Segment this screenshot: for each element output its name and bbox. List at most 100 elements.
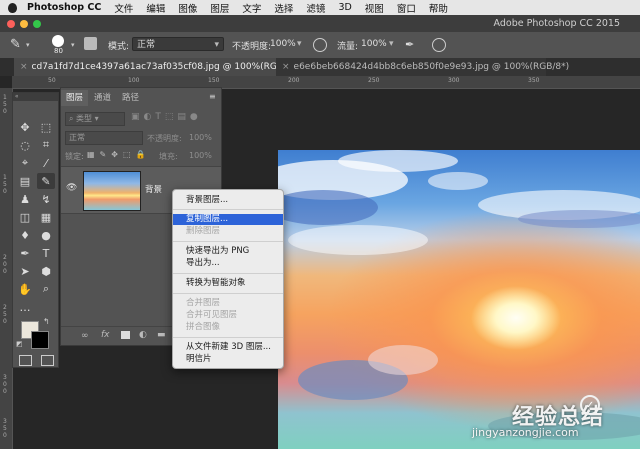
type-tool-icon[interactable]: T [37,245,55,261]
menu-select[interactable]: 选择 [274,1,293,15]
pen-tool-icon[interactable]: ✒ [16,245,34,261]
link-layers-icon[interactable]: ∞ [81,331,89,341]
zoom-window-icon[interactable] [33,20,41,28]
panel-menu-icon[interactable]: ≡ [209,92,216,101]
ruler-tick-label: 3 [3,418,7,425]
new-group-icon[interactable]: ▬ [157,330,166,340]
menu-edit[interactable]: 编辑 [146,1,165,15]
filter-kind-select[interactable]: ⌕ 类型 ▾ [65,112,125,126]
menu-file[interactable]: 文件 [114,1,133,15]
brush-panel-toggle-icon[interactable] [84,37,97,50]
quick-mask-icon[interactable] [19,355,32,366]
pressure-size-icon[interactable] [432,38,446,52]
menu-image[interactable]: 图像 [178,1,197,15]
menu-item-export-as[interactable]: 导出为... [173,258,283,269]
pressure-opacity-icon[interactable] [313,38,327,52]
default-colors-icon[interactable]: ◩ [16,340,23,348]
menu-item-background-layer[interactable]: 背景图层... [173,195,283,206]
ruler-tick-label: 5 [3,181,7,188]
shape-tool-icon[interactable]: ⬢ [37,263,55,279]
minimize-window-icon[interactable] [20,20,28,28]
swap-colors-icon[interactable]: ↰ [43,317,50,326]
menu-type[interactable]: 文字 [242,1,261,15]
eyedropper-tool-icon[interactable]: ⁄ [37,155,55,171]
mode-label: 模式: [108,42,130,52]
eye-visibility-icon[interactable]: 👁 [66,183,77,193]
close-window-icon[interactable] [7,20,15,28]
more-tools-icon[interactable]: … [16,299,34,315]
ruler-tick-label: 5 [3,101,7,108]
opacity-value[interactable]: 100% [270,39,296,49]
chevron-down-icon[interactable]: ▾ [71,41,75,49]
layer-name[interactable]: 背景 [145,183,162,195]
layer-filter-icons[interactable]: ▣◐T⬚▤● [131,112,202,122]
menu-item-convert-smart-object[interactable]: 转换为智能对象 [173,278,283,289]
menu-window[interactable]: 窗口 [397,1,416,15]
quick-select-tool-icon[interactable]: ⌗ [37,137,55,153]
menu-item-quick-export-png[interactable]: 快速导出为 PNG [173,246,283,257]
brush-tool-icon[interactable]: ✎ [37,173,55,189]
history-brush-tool-icon[interactable]: ↯ [37,191,55,207]
tab-channels[interactable]: 通道 [89,90,116,106]
menu-separator [173,293,283,294]
healing-brush-tool-icon[interactable]: ▤ [16,173,34,189]
flow-value[interactable]: 100% [361,39,387,49]
ruler-tick-label: 200 [288,77,300,84]
marquee-tool-icon[interactable]: ⬚ [37,119,55,135]
airbrush-icon[interactable]: ✒ [405,38,414,51]
opacity-label: 不透明度: [232,42,272,52]
brush-tool-icon[interactable]: ✎ [10,37,21,52]
ruler-tick-label: 5 [3,311,7,318]
menu-help[interactable]: 帮助 [429,1,448,15]
layer-opacity-value[interactable]: 100% [189,133,212,142]
tab-document-1[interactable]: × cd7a1fd7d1ce4397a61ac73af035cf08.jpg @ … [14,58,307,76]
menu-layer[interactable]: 图层 [210,1,229,15]
menu-item-duplicate-layer[interactable]: 复制图层... [173,214,283,225]
lock-label: 锁定: [65,152,84,161]
lock-option-icons[interactable]: ▦✎✥⬚🔒 [87,150,150,159]
chevron-down-icon[interactable]: ▾ [389,39,394,49]
menu-filter[interactable]: 滤镜 [306,1,325,15]
cloud [278,190,378,225]
ruler-tick-label: 1 [3,94,7,101]
apple-icon[interactable] [8,2,17,13]
close-icon[interactable]: × [20,62,28,72]
menu-item-new-3d-layer-from-file[interactable]: 从文件新建 3D 图层... [173,342,283,353]
crop-tool-icon[interactable]: ⌖ [16,155,34,171]
mode-select[interactable]: 正常 ▾ [132,37,224,51]
chevron-down-icon[interactable]: ▾ [297,39,302,49]
layer-mask-icon[interactable] [121,331,130,339]
layer-style-icon[interactable]: fx [101,330,110,340]
mac-menu-bar: Photoshop CC 文件 编辑 图像 图层 文字 选择 滤镜 3D 视图 … [0,0,640,15]
dodge-tool-icon[interactable]: ● [37,227,55,243]
fill-value[interactable]: 100% [189,151,212,160]
background-color-swatch[interactable] [31,331,49,349]
chevron-down-icon: ▾ [214,40,219,50]
collapse-panel-icon[interactable]: « [13,93,58,101]
tab-paths[interactable]: 路径 [117,90,144,106]
menu-3d[interactable]: 3D [338,2,351,13]
brush-size-value: 80 [54,47,63,55]
clone-stamp-tool-icon[interactable]: ♟ [16,191,34,207]
hand-tool-icon[interactable]: ✋ [16,281,34,297]
menu-item-flatten-image: 拼合图像 [186,322,221,332]
ruler-tick-label: 0 [3,188,7,195]
gradient-tool-icon[interactable]: ▦ [37,209,55,225]
eraser-tool-icon[interactable]: ◫ [16,209,34,225]
app-menu-photoshop[interactable]: Photoshop CC [27,2,101,13]
close-icon[interactable]: × [282,62,290,72]
blur-tool-icon[interactable]: ♦ [16,227,34,243]
brush-preset-icon[interactable] [52,35,64,47]
screen-mode-icon[interactable] [41,355,54,366]
blend-mode-select[interactable]: 正常 [65,131,143,145]
tab-layers[interactable]: 图层 [61,90,89,106]
move-tool-icon[interactable]: ✥ [16,119,34,135]
adjustment-layer-icon[interactable]: ◐ [139,330,147,340]
chevron-down-icon[interactable]: ▾ [26,41,30,49]
path-select-tool-icon[interactable]: ➤ [16,263,34,279]
tab-document-2[interactable]: × e6e6beb668424d4bb8c6eb850f0e9e93.jpg @ … [276,58,569,76]
menu-item-postcard[interactable]: 明信片 [173,354,283,365]
menu-view[interactable]: 视图 [365,1,384,15]
zoom-tool-icon[interactable]: ⌕ [37,281,55,297]
lasso-tool-icon[interactable]: ◌ [16,137,34,153]
